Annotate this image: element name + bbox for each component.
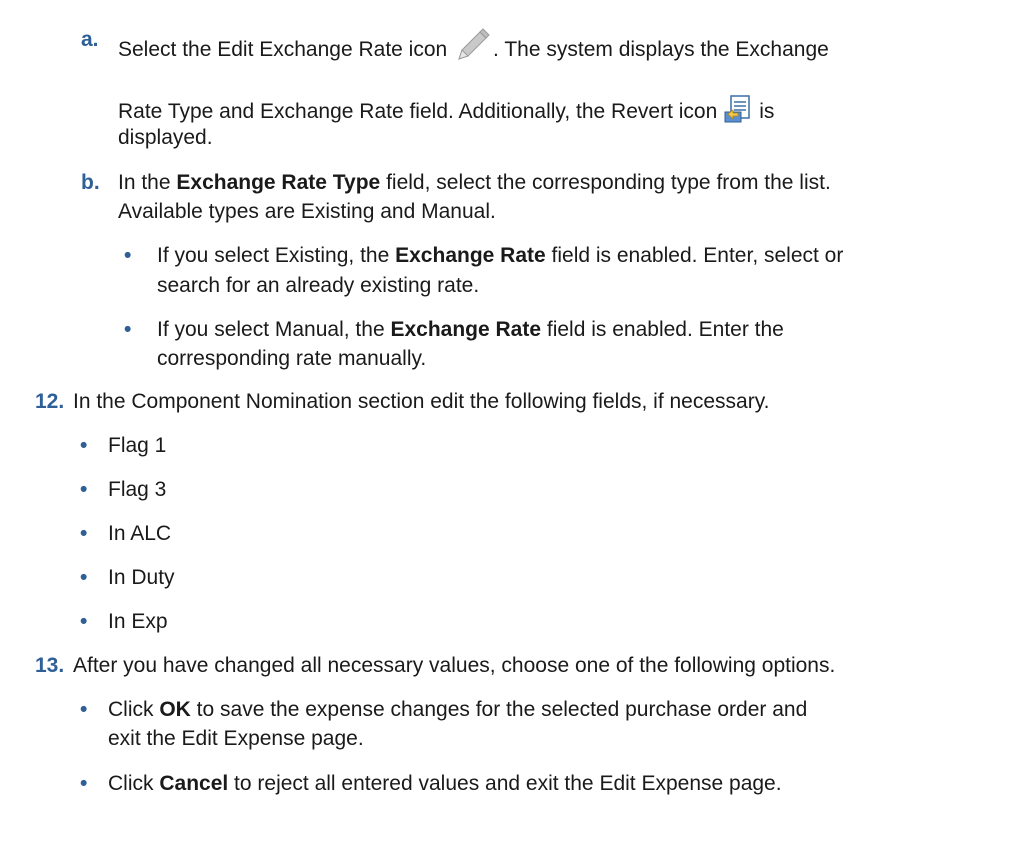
bullet-marker: • — [80, 434, 88, 457]
step-b-text-post: field, select the corresponding type fro… — [380, 171, 831, 194]
list-item: Flag 1 — [108, 434, 167, 457]
cancel-label: Cancel — [159, 772, 229, 795]
step-b-bullet-1-line-2: search for an already existing rate. — [157, 274, 480, 297]
bullet-marker: • — [124, 244, 132, 267]
text: Click — [108, 772, 160, 795]
bullet-marker: • — [80, 478, 88, 501]
step-b-bullet-1-line-1: If you select Existing, the Exchange Rat… — [157, 244, 843, 268]
ok-label: OK — [159, 698, 191, 721]
step-a-text-3: Rate Type and Exchange Rate field. Addit… — [118, 100, 718, 123]
step-b-line-1: In the Exchange Rate Type field, select … — [118, 171, 831, 195]
bullet-marker: • — [80, 698, 88, 721]
step-b-bullet-2-line-2: corresponding rate manually. — [157, 347, 427, 370]
step-13-bullet-2: Click Cancel to reject all entered value… — [108, 772, 782, 796]
list-item: In Exp — [108, 610, 168, 633]
step-a-line-1: Select the Edit Exchange Rate icon . The… — [118, 28, 829, 68]
bullet-marker: • — [124, 318, 132, 341]
step-a-text-4: is — [759, 100, 775, 123]
step-b-text-bold: Exchange Rate Type — [176, 171, 381, 194]
step-a-text-2: . The system displays the Exchange — [493, 38, 829, 61]
revert-icon — [723, 94, 753, 130]
step-13-bullet-1-line-1: Click OK to save the expense changes for… — [108, 698, 807, 722]
step-a-text-1: Select the Edit Exchange Rate icon — [118, 38, 448, 61]
step-a-line-2: Rate Type and Exchange Rate field. Addit… — [118, 94, 774, 130]
bullet-marker: • — [80, 522, 88, 545]
text: field is enabled. Enter the — [541, 318, 784, 341]
list-item: In ALC — [108, 522, 172, 545]
step-12-marker: 12. — [35, 390, 65, 413]
pencil-icon — [455, 28, 491, 68]
text-bold: Exchange Rate — [395, 244, 546, 267]
step-b-line-2: Available types are Existing and Manual. — [118, 200, 496, 223]
text: If you select Existing, the — [157, 244, 396, 267]
list-item: Flag 3 — [108, 478, 167, 501]
step-b-bullet-2-line-1: If you select Manual, the Exchange Rate … — [157, 318, 784, 342]
step-a-text-5: displayed. — [118, 126, 213, 149]
bullet-marker: • — [80, 610, 88, 633]
step-13-marker: 13. — [35, 654, 65, 677]
text: If you select Manual, the — [157, 318, 391, 341]
step-13-text: After you have changed all necessary val… — [73, 654, 836, 677]
bullet-marker: • — [80, 772, 88, 795]
step-b-marker: b. — [81, 171, 100, 194]
text: to reject all entered values and exit th… — [228, 772, 782, 795]
text: field is enabled. Enter, select or — [545, 244, 844, 267]
step-12-text: In the Component Nomination section edit… — [73, 390, 770, 413]
step-13-bullet-1-line-2: exit the Edit Expense page. — [108, 727, 364, 750]
step-a-marker: a. — [81, 28, 99, 51]
bullet-marker: • — [80, 566, 88, 589]
text: to save the expense changes for the sele… — [190, 698, 808, 721]
text-bold: Exchange Rate — [390, 318, 542, 341]
list-item: In Duty — [108, 566, 175, 589]
step-b-text-pre: In the — [118, 171, 177, 194]
text: Click — [108, 698, 160, 721]
